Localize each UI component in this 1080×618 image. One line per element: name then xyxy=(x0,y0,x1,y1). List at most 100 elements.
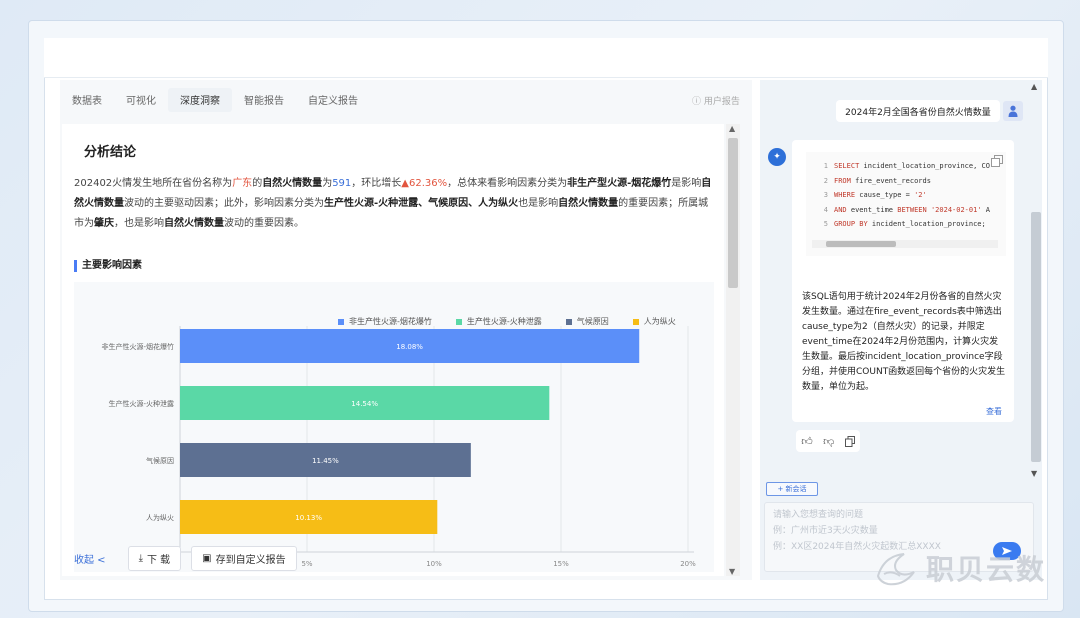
code-line: 2 FROM fire_event_records xyxy=(806,177,931,185)
download-button[interactable]: ⤓ 下 载 xyxy=(127,545,182,571)
help-icon: ⓘ xyxy=(692,97,702,107)
thumbs-up-icon[interactable]: 👍︎ xyxy=(801,435,813,448)
x-tick-label: 10% xyxy=(426,560,442,568)
feedback-bar: 👍︎ 👎︎ xyxy=(796,430,860,452)
bot-avatar-icon: ✦ xyxy=(768,148,786,166)
scroll-thumb[interactable] xyxy=(728,138,738,288)
category-label: 非生产性火源-烟花爆竹 xyxy=(101,342,174,351)
code-token: incident_location_province; xyxy=(867,220,986,228)
tab-deep-insight[interactable]: 深度洞察 xyxy=(168,88,232,112)
city-highlight: 肇庆 xyxy=(94,218,114,229)
text-segment: 是影响 xyxy=(671,178,702,189)
code-scrollbar[interactable] xyxy=(812,240,998,248)
text-segment: ，环比增长 xyxy=(351,178,402,189)
content-scrollbar[interactable]: ▲ ▼ xyxy=(726,124,740,576)
view-tabs: 数据表 可视化 深度洞察 智能报告 自定义报告 xyxy=(60,88,370,112)
user-report-link[interactable]: ⓘ 用户报告 xyxy=(692,94,740,107)
tab-visualization[interactable]: 可视化 xyxy=(114,88,168,112)
code-token: cause_type = xyxy=(855,191,915,199)
legend-swatch xyxy=(338,318,344,325)
input-example: 例：广州市近3天火灾数量 xyxy=(773,526,878,536)
factor-highlight: 生产性火源-火种泄露、气候原因、人为纵火 xyxy=(324,198,519,209)
line-number: 3 xyxy=(823,191,828,199)
analysis-title: 分析结论 xyxy=(84,145,137,160)
text-segment: 为 xyxy=(322,178,333,189)
code-token: event_time xyxy=(846,205,898,214)
x-tick-label: 15% xyxy=(553,560,569,568)
watermark: 职贝云数 xyxy=(874,548,1046,588)
save-report-label: 存到自定义报告 xyxy=(215,554,286,566)
bar-value-label: 11.45% xyxy=(312,457,339,465)
code-token: FROM xyxy=(834,176,851,185)
bar-value-label: 14.54% xyxy=(351,400,378,408)
bar-value-label: 10.13% xyxy=(295,514,322,522)
code-token: '2' xyxy=(914,191,927,199)
line-number: 5 xyxy=(823,220,828,228)
legend-swatch xyxy=(565,318,572,325)
code-token: '2024-02-01' xyxy=(930,205,982,214)
code-token: incident_location_province, CO xyxy=(859,162,990,170)
user-avatar-icon xyxy=(1003,101,1023,121)
download-icon: ⤓ xyxy=(138,552,143,564)
user-report-label: 用户报告 xyxy=(703,97,740,107)
code-line: 4 AND event_time BETWEEN '2024-02-01' A xyxy=(806,206,990,214)
tab-custom-report[interactable]: 自定义报告 xyxy=(296,88,370,112)
code-token: fire_event_records xyxy=(850,176,931,185)
scroll-thumb[interactable] xyxy=(1031,212,1041,462)
new-chat-button[interactable]: + 新会话 xyxy=(766,482,818,496)
x-tick-label: 20% xyxy=(680,560,696,568)
watermark-text: 职贝云数 xyxy=(926,553,1047,586)
main-factors-title: 主要影响因素 xyxy=(74,260,142,272)
save-icon: ▣ xyxy=(202,552,212,564)
metric-highlight: 自然火情数量 xyxy=(164,218,224,229)
tab-smart-report[interactable]: 智能报告 xyxy=(232,88,296,112)
scroll-down-icon[interactable]: ▼ xyxy=(1031,469,1037,478)
scroll-up-icon[interactable]: ▲ xyxy=(729,124,735,133)
analysis-conclusion: 202402火情发生地所在省份名称为广东的自然火情数量为591，环比增长▲62.… xyxy=(74,174,714,234)
legend-swatch xyxy=(455,318,462,325)
text-segment: 的 xyxy=(252,178,263,189)
text-segment: 波动的重要因素。 xyxy=(224,218,304,229)
scroll-down-icon[interactable]: ▼ xyxy=(729,567,735,576)
text-segment: 202402火情发生地所在省份名称为 xyxy=(74,178,233,189)
scroll-up-icon[interactable]: ▲ xyxy=(1031,82,1037,91)
text-segment: 也是影响 xyxy=(518,198,559,209)
user-message: 2024年2月全国各省份自然火情数量 xyxy=(836,100,1000,122)
province-highlight: 广东 xyxy=(232,178,253,189)
code-line: 3 WHERE cause_type = '2' xyxy=(806,191,927,199)
code-scroll-thumb[interactable] xyxy=(826,241,896,247)
code-token: A xyxy=(981,205,990,214)
top-bar xyxy=(44,38,1048,78)
code-token: AND xyxy=(834,205,847,214)
text-segment: 波动的主要驱动因素；此外，影响因素分类为 xyxy=(124,198,324,209)
line-number: 4 xyxy=(823,205,828,214)
code-token: BETWEEN xyxy=(897,205,927,214)
action-bar: 收起 < ⤓ 下 载 ▣ 存到自定义报告 xyxy=(74,545,307,571)
view-link[interactable]: 查看 xyxy=(986,406,1002,417)
copy-icon[interactable] xyxy=(991,152,1003,167)
category-label: 气候原因 xyxy=(146,456,174,465)
code-line: 5 GROUP BY incident_location_province; xyxy=(806,220,986,228)
text-segment: ，也是影响 xyxy=(114,218,164,229)
copy-icon[interactable] xyxy=(844,432,855,451)
tab-data-table[interactable]: 数据表 xyxy=(60,88,114,112)
count-highlight: 591 xyxy=(332,178,352,189)
bar-value-label: 18.08% xyxy=(396,343,423,351)
code-line: 1 SELECT incident_location_province, CO xyxy=(806,162,990,170)
thumbs-down-icon[interactable]: 👎︎ xyxy=(823,435,834,448)
metric-highlight: 自然火情数量 xyxy=(558,198,619,209)
line-number: 2 xyxy=(823,176,828,185)
sql-explanation: 该SQL语句用于统计2024年2月份各省的自然火灾发生数量。通过在fire_ev… xyxy=(802,292,1006,392)
category-label: 生产性火源-火种泄露 xyxy=(108,399,174,408)
watermark-logo-icon xyxy=(876,553,915,586)
factor-highlight: 非生产型火源-烟花爆竹 xyxy=(567,178,672,189)
factor-bar-chart: 5% 10% 15% 20%18.08%非生产性火源-烟花爆竹14.54%生产性火源-… xyxy=(101,326,696,568)
chat-scrollbar[interactable]: ▲ ▼ xyxy=(1030,82,1042,478)
legend-swatch xyxy=(632,318,639,325)
download-label: 下 载 xyxy=(146,554,171,566)
save-report-button[interactable]: ▣ 存到自定义报告 xyxy=(191,545,297,571)
text-segment: ，总体来看影响因素分类为 xyxy=(447,178,568,189)
code-token: GROUP BY xyxy=(834,220,868,228)
code-token: SELECT xyxy=(834,162,860,170)
collapse-link[interactable]: 收起 < xyxy=(74,551,106,566)
